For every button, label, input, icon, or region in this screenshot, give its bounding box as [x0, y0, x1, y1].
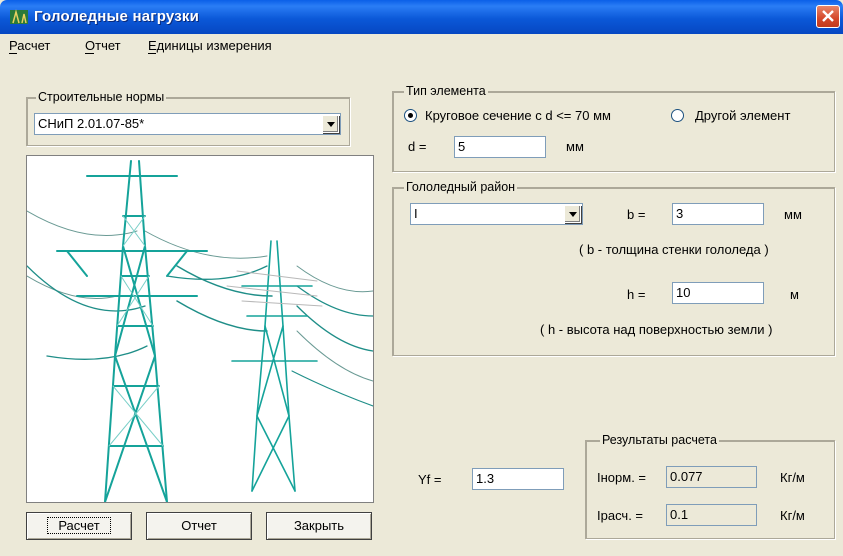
- b-input[interactable]: 3: [672, 203, 764, 225]
- b-label: b =: [627, 207, 646, 222]
- calc-button-label: Расчет: [47, 517, 111, 534]
- d-label: d =: [408, 139, 427, 154]
- calc-output: 0.1: [666, 504, 757, 526]
- close-window-button[interactable]: [816, 5, 840, 28]
- power-tower-image: [26, 160, 374, 503]
- radio-circular[interactable]: [404, 109, 417, 122]
- results-legend: Результаты расчета: [600, 433, 719, 447]
- norms-select[interactable]: СНиП 2.01.07-85*: [34, 113, 341, 135]
- norm-output: 0.077: [666, 466, 757, 488]
- menu-bar: [0, 34, 843, 56]
- calc-unit: Кг/м: [780, 508, 805, 523]
- gamma-label: Yf =: [418, 472, 442, 487]
- b-note: ( b - толщина стенки гололеда ): [579, 242, 769, 257]
- menu-calc-label: Расчет: [9, 38, 51, 53]
- report-button[interactable]: Отчет: [146, 512, 252, 540]
- element-type-legend: Тип элемента: [404, 84, 488, 98]
- calc-label: Iрасч. =: [597, 508, 644, 523]
- h-note: ( h - высота над поверхностью земли ): [540, 322, 773, 337]
- menu-units-accel: [148, 53, 156, 54]
- h-input[interactable]: 10: [672, 282, 764, 304]
- window-title: Гололедные нагрузки: [34, 8, 199, 25]
- gamma-input[interactable]: 1.3: [472, 468, 564, 490]
- radio-circular-label[interactable]: Круговое сечение с d <= 70 мм: [425, 108, 611, 123]
- ice-region-selected: I: [414, 206, 418, 221]
- app-icon: [10, 8, 28, 26]
- calc-button[interactable]: Расчет: [26, 512, 132, 540]
- menu-units[interactable]: Единицы измерения: [148, 38, 272, 53]
- element-type-group: [392, 91, 835, 172]
- d-unit: мм: [566, 139, 584, 154]
- d-input[interactable]: 5: [454, 136, 546, 158]
- menu-report-accel: [85, 53, 94, 54]
- menu-calc-accel: [9, 53, 17, 54]
- power-line-picture: [26, 155, 374, 503]
- chevron-down-icon[interactable]: [564, 205, 581, 223]
- menu-calc[interactable]: Расчет: [9, 38, 50, 53]
- norm-unit: Кг/м: [780, 470, 805, 485]
- radio-other[interactable]: [671, 109, 684, 122]
- close-icon: [822, 10, 834, 22]
- menu-report[interactable]: Отчет: [85, 38, 121, 53]
- ice-region-legend: Гололедный район: [404, 180, 518, 194]
- norms-legend: Строительные нормы: [36, 90, 167, 104]
- report-button-label: Отчет: [181, 518, 217, 533]
- chevron-down-icon[interactable]: [322, 115, 339, 133]
- close-button-label: Закрыть: [293, 518, 345, 533]
- norm-label: Iнорм. =: [597, 470, 647, 485]
- menu-report-label: Отчет: [85, 38, 121, 53]
- b-unit: мм: [784, 207, 802, 222]
- close-button[interactable]: Закрыть: [266, 512, 372, 540]
- norms-selected: СНиП 2.01.07-85*: [38, 116, 145, 131]
- menu-units-label: Единицы измерения: [148, 38, 272, 53]
- ice-region-select[interactable]: I: [410, 203, 583, 225]
- h-label: h =: [627, 287, 646, 302]
- radio-other-label[interactable]: Другой элемент: [695, 108, 790, 123]
- h-unit: м: [790, 287, 799, 302]
